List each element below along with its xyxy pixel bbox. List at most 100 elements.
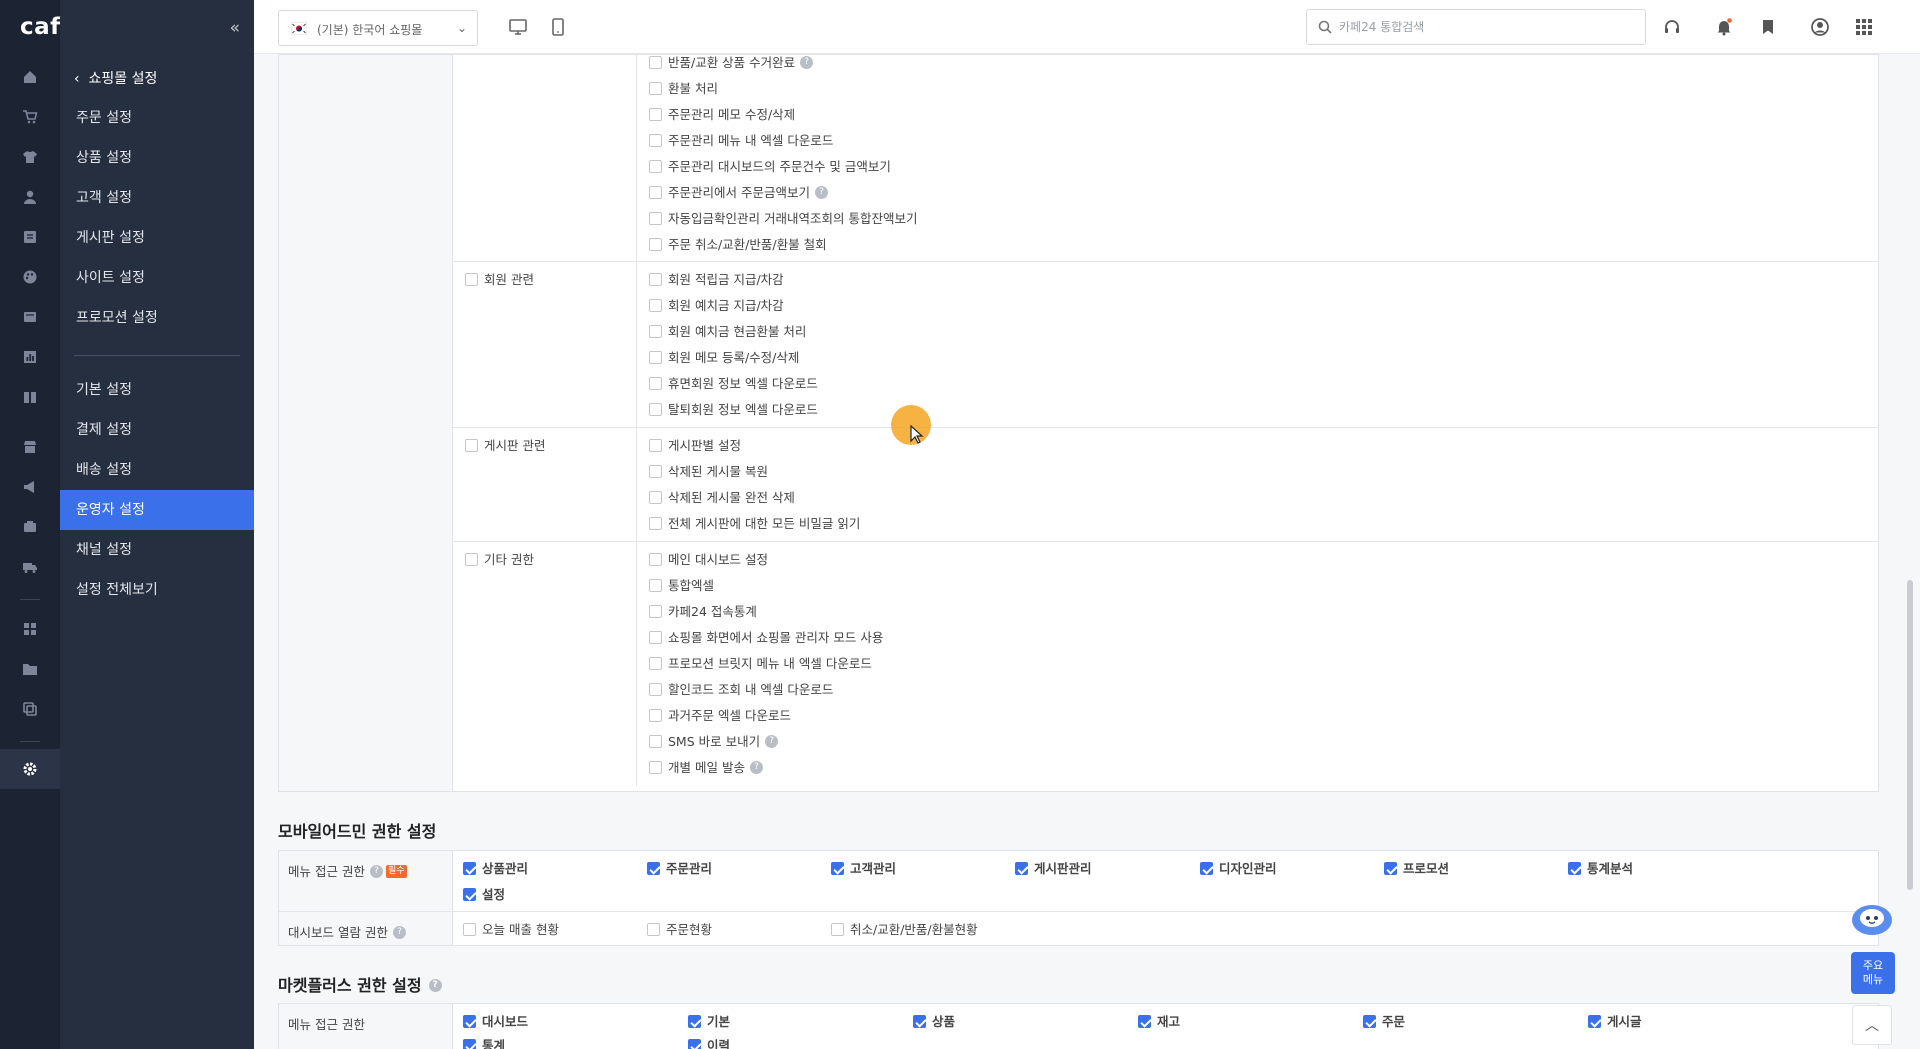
checkbox[interactable] (1015, 862, 1028, 875)
order-perm-2[interactable]: 환불 처리 (649, 81, 718, 97)
notification-bell-icon[interactable] (1714, 17, 1734, 37)
group-3-perm-3-checkbox[interactable] (649, 605, 662, 618)
mobile-menu-3[interactable]: 고객관리 (831, 861, 896, 877)
checkbox[interactable] (688, 1039, 701, 1049)
marketplus-menu-8[interactable]: 이력 (688, 1038, 730, 1049)
group-1-perm-3[interactable]: 회원 예치금 현금환불 처리 (649, 324, 806, 340)
mobile-menu-1[interactable]: 상품관리 (463, 861, 528, 877)
checkbox[interactable] (647, 862, 660, 875)
collapse-menu-icon[interactable]: « (230, 18, 240, 38)
marketplus-menu-7[interactable]: 통계 (463, 1038, 505, 1049)
checkbox[interactable] (463, 1039, 476, 1049)
group-1-perm-6[interactable]: 탈퇴회원 정보 엑셀 다운로드 (649, 402, 818, 418)
checkbox[interactable] (831, 923, 844, 936)
group-3-perm-1[interactable]: 메인 대시보드 설정 (649, 552, 768, 568)
board-icon[interactable] (22, 229, 38, 245)
group-toggle-1[interactable]: 회원 관련 (465, 272, 534, 288)
group-1-perm-4[interactable]: 회원 메모 등록/수정/삭제 (649, 350, 799, 366)
mobile-menu-8[interactable]: 설정 (463, 887, 505, 903)
mobile-dashboard-2[interactable]: 주문현황 (647, 922, 712, 938)
marketplus-menu-2[interactable]: 기본 (688, 1014, 730, 1030)
megaphone-icon[interactable] (22, 479, 38, 495)
chatbot-icon[interactable] (1850, 900, 1894, 940)
order-perm-3[interactable]: 주문관리 메모 수정/삭제 (649, 107, 795, 123)
checkbox[interactable] (1588, 1015, 1601, 1028)
checkbox[interactable] (463, 923, 476, 936)
help-icon[interactable]: ? (800, 56, 814, 69)
menu-item-5-items_b[interactable]: 채널 설정 (60, 530, 254, 570)
promotion-icon[interactable] (22, 309, 38, 325)
group-2-perm-4[interactable]: 전체 게시판에 대한 모든 비밀글 읽기 (649, 516, 860, 532)
group-3-perm-8-checkbox[interactable] (649, 735, 662, 748)
copy-icon[interactable] (22, 701, 38, 717)
help-icon[interactable]: ? (765, 735, 779, 748)
order-perm-1-checkbox[interactable] (649, 56, 662, 69)
gear-icon[interactable] (22, 761, 38, 777)
group-toggle-3[interactable]: 기타 권한 (465, 552, 534, 568)
mobile-menu-5[interactable]: 디자인관리 (1200, 861, 1277, 877)
order-perm-8-checkbox[interactable] (649, 238, 662, 251)
checkbox[interactable] (647, 923, 660, 936)
group-3-perm-9-checkbox[interactable] (649, 761, 662, 774)
group-1-perm-1[interactable]: 회원 적립금 지급/차감 (649, 272, 784, 288)
group-2-perm-4-checkbox[interactable] (649, 517, 662, 530)
truck-icon[interactable] (22, 559, 38, 575)
book-icon[interactable] (22, 389, 38, 405)
order-perm-8[interactable]: 주문 취소/교환/반품/환불 철회 (649, 237, 827, 253)
group-toggle-2[interactable]: 게시판 관련 (465, 438, 545, 454)
group-3-perm-3[interactable]: 카페24 접속통계 (649, 604, 757, 620)
group-3-perm-7-checkbox[interactable] (649, 709, 662, 722)
menu-item-2-items_b[interactable]: 결제 설정 (60, 410, 254, 450)
checkbox[interactable] (1384, 862, 1397, 875)
search-box[interactable] (1306, 9, 1646, 45)
scrollbar-thumb[interactable] (1907, 580, 1913, 890)
order-perm-1[interactable]: 반품/교환 상품 수거완료? (649, 55, 814, 71)
menu-item-6-items_b[interactable]: 설정 전체보기 (60, 570, 254, 610)
mobile-view-icon[interactable] (548, 17, 568, 37)
group-3-perm-6-checkbox[interactable] (649, 683, 662, 696)
palette-icon[interactable] (22, 269, 38, 285)
chart-icon[interactable] (22, 349, 38, 365)
help-icon[interactable]: ? (749, 761, 763, 774)
group-3-perm-4[interactable]: 쇼핑몰 화면에서 쇼핑몰 관리자 모드 사용 (649, 630, 883, 646)
checkbox[interactable] (831, 862, 844, 875)
mobile-menu-4[interactable]: 게시판관리 (1015, 861, 1092, 877)
checkbox[interactable] (1568, 862, 1581, 875)
help-icon[interactable]: ? (392, 926, 406, 939)
order-perm-6[interactable]: 주문관리에서 주문금액보기? (649, 185, 828, 201)
menu-item-6-items_a[interactable]: 프로모션 설정 (60, 298, 254, 338)
group-1-perm-4-checkbox[interactable] (649, 351, 662, 364)
menu-item-5-items_a[interactable]: 사이트 설정 (60, 258, 254, 298)
help-icon[interactable]: ? (814, 186, 828, 199)
order-perm-2-checkbox[interactable] (649, 82, 662, 95)
group-toggle-1-checkbox[interactable] (465, 273, 478, 286)
group-2-perm-2-checkbox[interactable] (649, 465, 662, 478)
checkbox[interactable] (1363, 1015, 1376, 1028)
account-icon[interactable] (1810, 17, 1830, 37)
checkbox[interactable] (1200, 862, 1213, 875)
order-perm-5-checkbox[interactable] (649, 160, 662, 173)
cart-icon[interactable] (22, 109, 38, 125)
mobile-dashboard-3[interactable]: 취소/교환/반품/환불현황 (831, 922, 978, 938)
order-perm-6-checkbox[interactable] (649, 186, 662, 199)
checkbox[interactable] (913, 1015, 926, 1028)
group-3-perm-2-checkbox[interactable] (649, 579, 662, 592)
home-icon[interactable] (22, 69, 38, 85)
apps-grid-icon[interactable] (1854, 17, 1874, 37)
group-2-perm-3[interactable]: 삭제된 게시물 완전 삭제 (649, 490, 795, 506)
search-input[interactable] (1339, 18, 1629, 36)
scroll-to-top-button[interactable]: ︿ (1852, 1005, 1892, 1045)
order-perm-4[interactable]: 주문관리 메뉴 내 엑셀 다운로드 (649, 133, 833, 149)
menu-item-1-items_a[interactable]: 주문 설정 (60, 98, 254, 138)
menu-item-1-items_b[interactable]: 기본 설정 (60, 370, 254, 410)
group-1-perm-6-checkbox[interactable] (649, 403, 662, 416)
group-3-perm-8[interactable]: SMS 바로 보내기? (649, 734, 779, 750)
order-perm-4-checkbox[interactable] (649, 134, 662, 147)
group-2-perm-3-checkbox[interactable] (649, 491, 662, 504)
marketplus-menu-5[interactable]: 주문 (1363, 1014, 1405, 1030)
checkbox[interactable] (463, 1015, 476, 1028)
group-3-perm-1-checkbox[interactable] (649, 553, 662, 566)
group-3-perm-2[interactable]: 통합엑셀 (649, 578, 714, 594)
group-1-perm-2[interactable]: 회원 예치금 지급/차감 (649, 298, 784, 314)
back-to-mall-settings[interactable]: ‹ 쇼핑몰 설정 (74, 68, 157, 88)
